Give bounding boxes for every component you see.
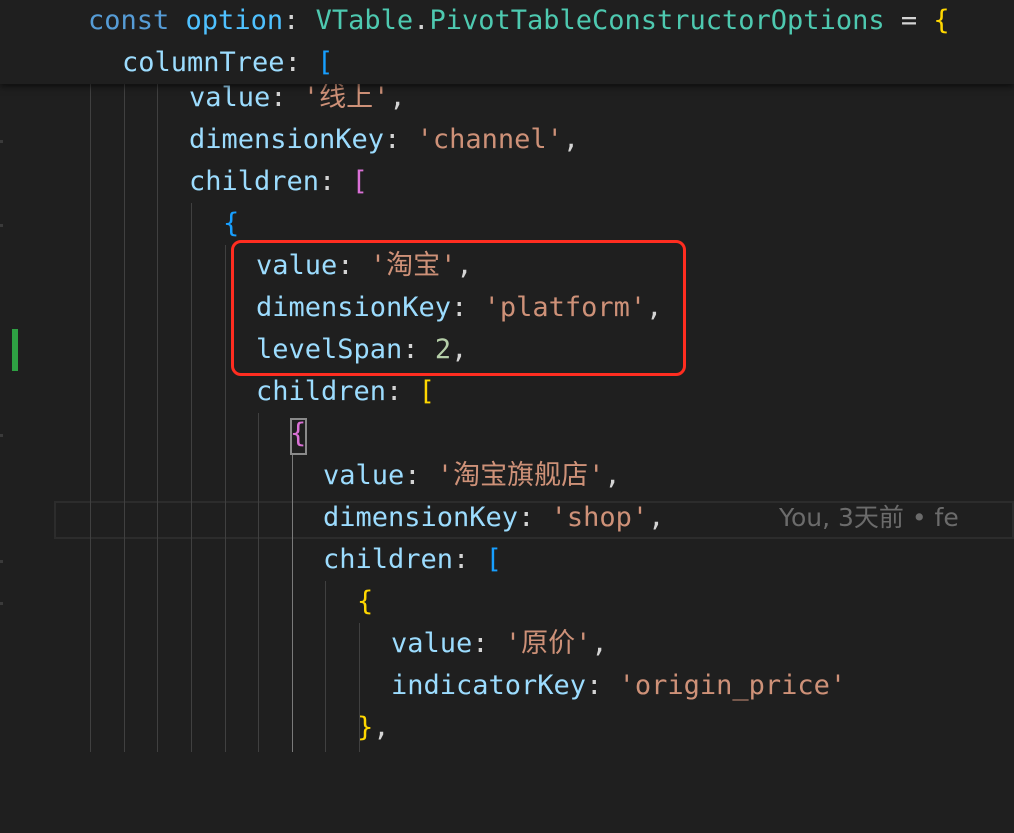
string-value: '淘宝旗舰店' bbox=[436, 460, 605, 491]
keyword: const bbox=[88, 5, 170, 36]
property-key: dimensionKey bbox=[323, 502, 519, 533]
punctuation: : bbox=[319, 166, 336, 197]
punctuation: : bbox=[453, 544, 470, 575]
indent-guide bbox=[325, 581, 326, 752]
string-value: '原价' bbox=[504, 628, 592, 659]
bracket: { bbox=[933, 5, 950, 36]
string-value: 'origin_price' bbox=[618, 670, 847, 701]
punctuation: : bbox=[386, 376, 403, 407]
punctuation: : bbox=[270, 82, 287, 113]
indent-guide bbox=[225, 245, 226, 752]
code-editor[interactable]: const option: VTable.PivotTableConstruct… bbox=[0, 0, 1014, 752]
code-line[interactable]: children: [ bbox=[0, 539, 1014, 581]
punctuation: : bbox=[404, 460, 421, 491]
code-line[interactable]: value: '原价', bbox=[0, 623, 1014, 665]
code-line[interactable]: indicatorKey: 'origin_price' bbox=[0, 665, 1014, 707]
bracket: { bbox=[223, 208, 240, 239]
bracket: [ bbox=[418, 376, 435, 407]
type-name: PivotTableConstructorOptions bbox=[429, 5, 885, 36]
variable-name: option bbox=[185, 5, 284, 36]
annotation-highlight-box bbox=[231, 240, 686, 376]
punctuation: , bbox=[591, 628, 608, 659]
punctuation: : bbox=[284, 47, 301, 78]
property-key: value bbox=[391, 628, 473, 659]
indent-guide bbox=[90, 84, 91, 752]
punctuation: , bbox=[604, 460, 621, 491]
punctuation: = bbox=[900, 5, 918, 36]
indent-guide bbox=[124, 84, 125, 752]
type-namespace: VTable bbox=[315, 5, 414, 36]
code-line[interactable]: children: [ bbox=[0, 371, 1014, 413]
property-key: children bbox=[256, 376, 387, 407]
bracket: { bbox=[357, 586, 374, 617]
punctuation: : bbox=[518, 502, 535, 533]
punctuation: : bbox=[586, 670, 603, 701]
punctuation: : bbox=[472, 628, 489, 659]
property-key: children bbox=[323, 544, 454, 575]
bracket-match-box bbox=[290, 418, 307, 455]
code-line[interactable]: children: [ bbox=[0, 161, 1014, 203]
string-value: 'channel' bbox=[416, 124, 563, 155]
code-line-current[interactable]: dimensionKey: 'shop', You, 3天前 • fe bbox=[0, 497, 1014, 539]
bracket: [ bbox=[317, 47, 334, 78]
code-line[interactable]: { bbox=[0, 581, 1014, 623]
punctuation: , bbox=[389, 82, 406, 113]
indent-guide-active bbox=[292, 455, 293, 752]
punctuation: : bbox=[384, 124, 401, 155]
property-key: value bbox=[189, 82, 271, 113]
code-line[interactable]: value: '淘宝旗舰店', bbox=[0, 455, 1014, 497]
bracket: [ bbox=[351, 166, 368, 197]
git-blame-annotation[interactable]: You, 3天前 • fe bbox=[779, 497, 959, 539]
punctuation: : bbox=[283, 5, 300, 36]
sticky-line[interactable]: columnTree: [ bbox=[0, 42, 1014, 84]
code-line[interactable]: { bbox=[0, 413, 1014, 455]
punctuation: , bbox=[373, 712, 390, 743]
punctuation: , bbox=[562, 124, 580, 155]
indent-guide bbox=[258, 413, 259, 752]
property-key: value bbox=[323, 460, 405, 491]
property-key: dimensionKey bbox=[189, 124, 385, 155]
property-key: indicatorKey bbox=[391, 670, 587, 701]
punctuation: . bbox=[413, 5, 430, 36]
indent-guide bbox=[157, 84, 158, 752]
code-line[interactable]: }, bbox=[0, 707, 1014, 749]
code-line[interactable]: { bbox=[0, 203, 1014, 245]
indent-guide bbox=[359, 623, 360, 752]
property-key: columnTree bbox=[122, 47, 285, 78]
git-added-bar[interactable] bbox=[12, 329, 18, 371]
string-value: 'shop' bbox=[550, 502, 649, 533]
code-line[interactable]: dimensionKey: 'channel', bbox=[0, 119, 1014, 161]
property-key: children bbox=[189, 166, 320, 197]
punctuation: , bbox=[648, 502, 665, 533]
bracket: [ bbox=[485, 544, 502, 575]
indent-guide bbox=[191, 203, 192, 752]
sticky-line[interactable]: const option: VTable.PivotTableConstruct… bbox=[0, 0, 1014, 42]
string-value: '线上' bbox=[302, 82, 390, 113]
